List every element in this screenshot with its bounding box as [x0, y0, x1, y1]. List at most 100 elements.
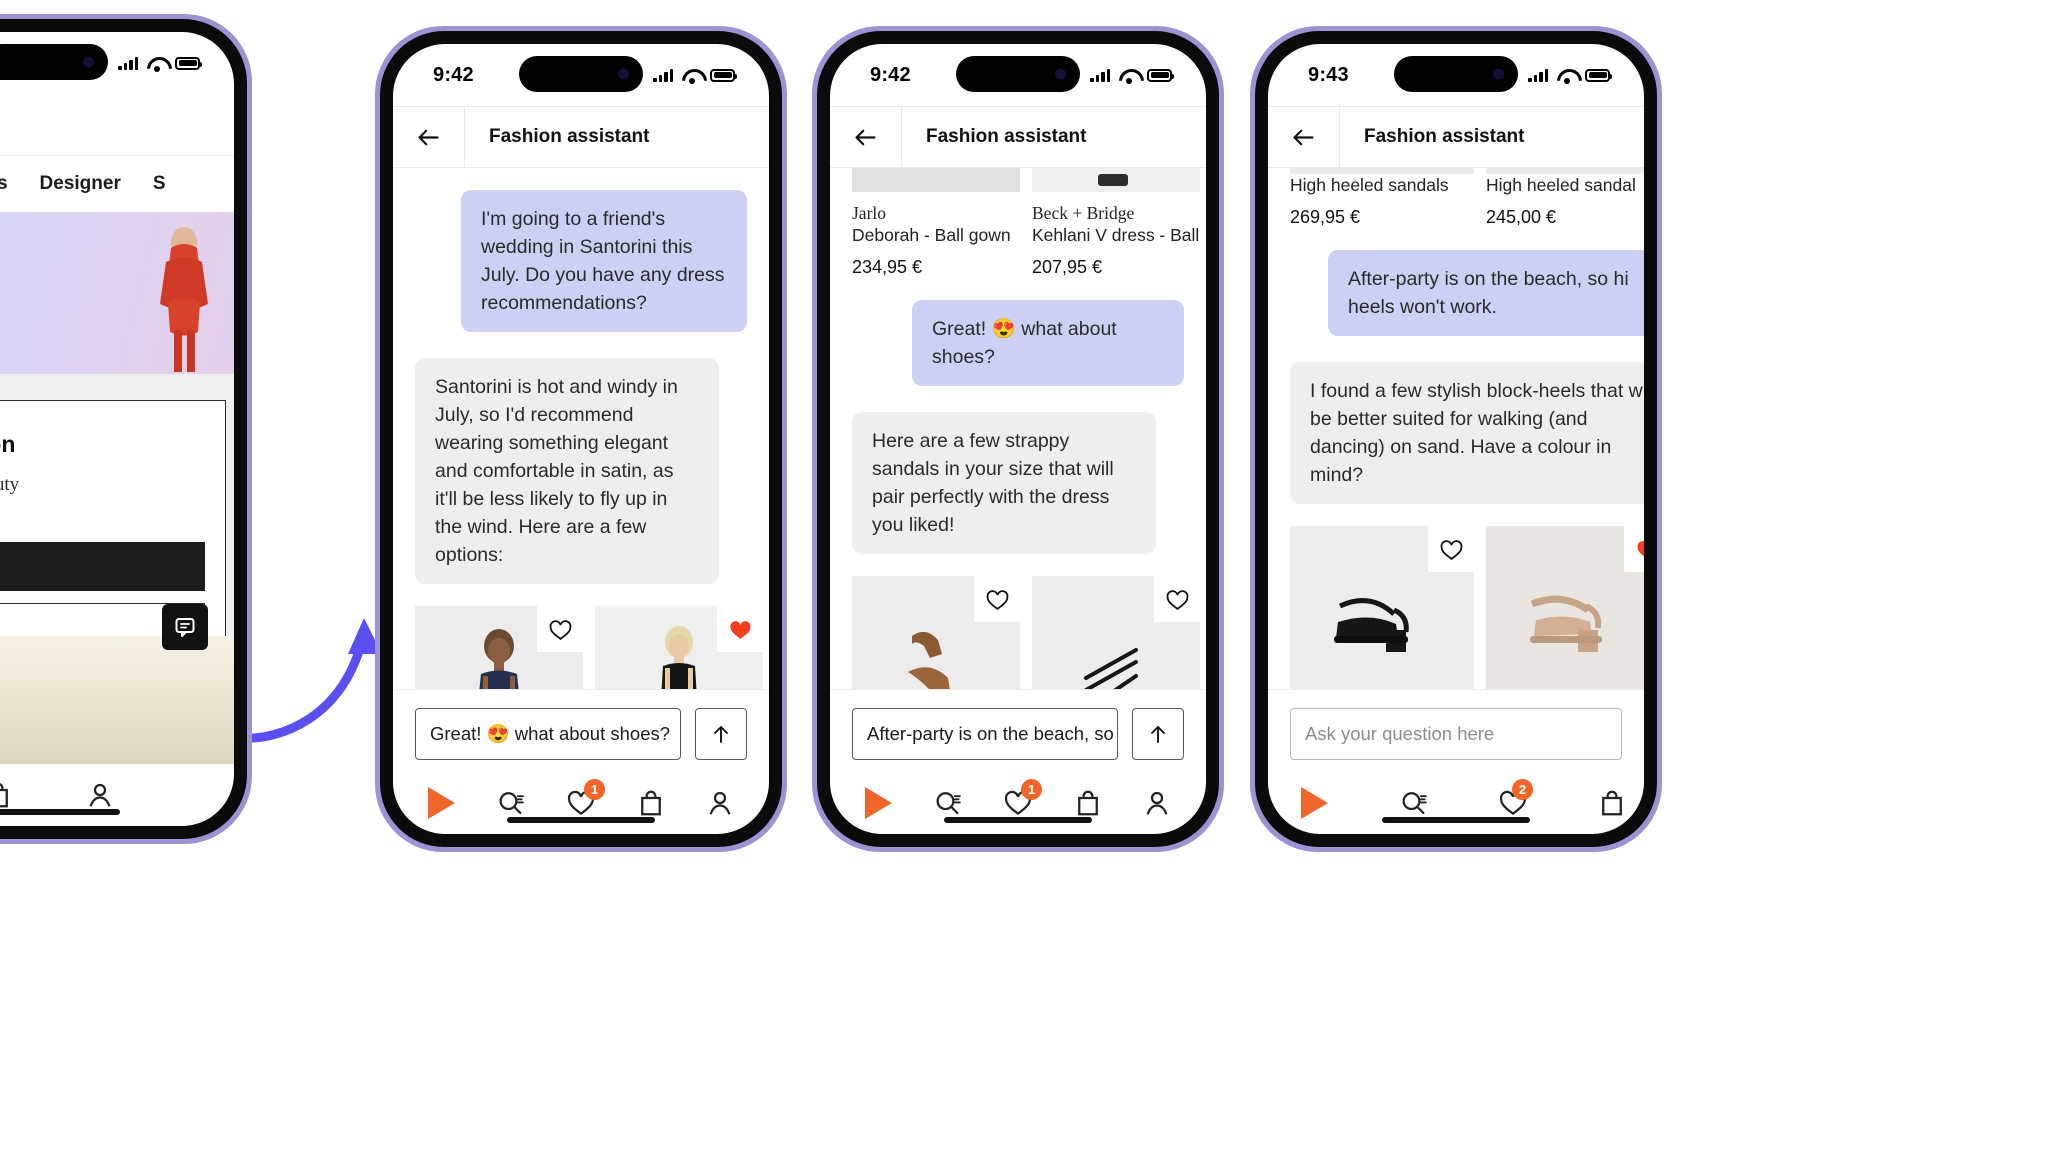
category-designer[interactable]: Designer: [40, 173, 121, 195]
favorite-button[interactable]: [1624, 526, 1644, 572]
product-card[interactable]: Billi Bi Sandals 184,95 €: [1486, 526, 1644, 689]
dynamic-island: [0, 44, 108, 80]
product-image[interactable]: [852, 168, 1020, 192]
product-image[interactable]: [1032, 576, 1200, 689]
product-price: 234,95 €: [852, 257, 923, 277]
send-button[interactable]: [1132, 708, 1184, 760]
dress-photo: [852, 168, 1020, 192]
back-button[interactable]: [393, 107, 465, 167]
chat-header: Fashion assistant: [830, 106, 1206, 168]
category-more[interactable]: S: [153, 173, 166, 195]
chat-body[interactable]: I'm going to a friend's wedding in Santo…: [393, 168, 769, 689]
product-price: 269,95 €: [1290, 207, 1361, 227]
send-button[interactable]: [695, 708, 747, 760]
dynamic-island: [519, 56, 643, 92]
product-image[interactable]: [595, 606, 763, 689]
nav-home[interactable]: [1296, 783, 1333, 823]
phone-1-home: aura Beauty Sports Designer S sistant,: [0, 14, 252, 844]
category-nav[interactable]: Beauty Sports Designer S: [0, 156, 234, 212]
heart-icon: [1166, 589, 1188, 610]
product-card[interactable]: Beck + Bridge Kehlani V dress - Ball 207…: [1032, 168, 1200, 278]
product-card[interactable]: High heeled sandal 245,00 €: [1486, 168, 1644, 228]
back-arrow-icon: [1293, 129, 1314, 145]
favorites-badge: 1: [583, 779, 605, 800]
lets-try-button[interactable]: Let's try!: [0, 542, 205, 591]
product-card[interactable]: Beck + Bridge Kehlani V dress - Ball 207…: [595, 606, 763, 689]
product-price: 245,00 €: [1486, 207, 1557, 227]
heart-icon: [986, 589, 1008, 610]
favorite-button[interactable]: [974, 576, 1020, 622]
back-button[interactable]: [830, 107, 902, 167]
bottom-nav[interactable]: 2: [1268, 772, 1644, 834]
phone-2-chat-dresses: 9:42 Fashion assistant I'm going to a fr…: [375, 26, 787, 852]
user-message: Great! 😍 what about shoes?: [912, 300, 1184, 386]
bottom-nav[interactable]: 1: [830, 772, 1206, 834]
status-bar: 9:42: [393, 44, 769, 106]
product-card[interactable]: Studio Amelia High heeled sandal 245,00 …: [1032, 576, 1200, 689]
bottom-nav[interactable]: 1: [393, 772, 769, 834]
favorite-button[interactable]: [1428, 526, 1474, 572]
product-brand: Jarlo: [852, 203, 887, 223]
favorite-button[interactable]: [1154, 576, 1200, 622]
composer[interactable]: Great! 😍 what about shoes?: [393, 689, 769, 772]
favorite-button[interactable]: [537, 606, 583, 652]
assistant-fab-button[interactable]: [162, 604, 208, 650]
product-image[interactable]: [1032, 168, 1200, 192]
nav-home[interactable]: [857, 783, 901, 823]
status-time: 9:43: [1308, 63, 1349, 86]
product-card[interactable]: High heeled sandals 269,95 €: [1290, 168, 1474, 228]
product-carousel[interactable]: Patrizia Pepe High heeled sandals 269,95…: [830, 576, 1206, 689]
front-camera-icon: [1493, 68, 1504, 80]
message-input[interactable]: Ask your question here: [1290, 708, 1622, 760]
back-arrow-icon: [418, 129, 439, 145]
favorites-badge: 2: [1512, 779, 1533, 800]
cellular-bars-icon: [653, 68, 673, 82]
product-card[interactable]: Jarlo Deborah - Ball gown 234,95 €: [852, 168, 1020, 278]
favorites-badge: 1: [1020, 779, 1042, 800]
product-card[interactable]: Jarlo Deborah - Ball gown 234,95 €: [415, 606, 583, 689]
phone-3-chat-shoes: 9:42 Fashion assistant Jarlo Deborah - B…: [812, 26, 1224, 852]
message-input-placeholder: Ask your question here: [1305, 723, 1495, 744]
nav-account[interactable]: [698, 783, 742, 823]
product-carousel[interactable]: Steve Madden Black stripe sandal 250,00 …: [1268, 526, 1644, 689]
front-camera-icon: [618, 68, 629, 80]
back-button[interactable]: [1268, 107, 1340, 167]
shoe-photo: [1486, 526, 1644, 689]
nav-home[interactable]: [420, 783, 464, 823]
product-carousel-previous[interactable]: High heeled sandals 269,95 € High heeled…: [1268, 168, 1644, 228]
user-message: I'm going to a friend's wedding in Santo…: [461, 190, 747, 332]
product-card[interactable]: Patrizia Pepe High heeled sandals 269,95…: [852, 576, 1020, 689]
hero-banner[interactable]: sistant,: [0, 212, 234, 374]
search-icon: [936, 792, 962, 815]
nav-account[interactable]: [1135, 783, 1179, 823]
favorite-button[interactable]: [717, 606, 763, 652]
message-input[interactable]: After-party is on the beach, so hig: [852, 708, 1118, 760]
product-image[interactable]: [1290, 526, 1474, 689]
bottom-nav[interactable]: [0, 764, 234, 826]
product-image[interactable]: [852, 576, 1020, 689]
chat-title: Fashion assistant: [1364, 126, 1525, 147]
product-name: High heeled sandal: [1486, 175, 1636, 195]
product-image[interactable]: [415, 606, 583, 689]
send-arrow-up-icon: [714, 726, 728, 743]
composer[interactable]: Ask your question here: [1268, 689, 1644, 772]
logo-play-icon: [865, 787, 893, 819]
product-image[interactable]: [1486, 526, 1644, 689]
composer[interactable]: After-party is on the beach, so hig: [830, 689, 1206, 772]
product-carousel-previous[interactable]: Jarlo Deborah - Ball gown 234,95 € Beck …: [830, 168, 1206, 278]
chat-body[interactable]: High heeled sandals 269,95 € High heeled…: [1268, 168, 1644, 689]
promo-area: -powered fashion estions, fashion or bea…: [0, 374, 234, 764]
dynamic-island: [956, 56, 1080, 92]
message-input-value: After-party is on the beach, so hig: [867, 723, 1118, 744]
product-image[interactable]: [1486, 168, 1644, 174]
product-image[interactable]: [1290, 168, 1474, 174]
chat-header: Fashion assistant: [393, 106, 769, 168]
product-card[interactable]: Steve Madden Black stripe sandal 250,00 …: [1290, 526, 1474, 689]
wifi-icon: [682, 68, 701, 84]
nav-bag[interactable]: [1593, 783, 1630, 823]
battery-icon: [710, 68, 737, 82]
chat-body[interactable]: Jarlo Deborah - Ball gown 234,95 € Beck …: [830, 168, 1206, 689]
message-input[interactable]: Great! 😍 what about shoes?: [415, 708, 681, 760]
product-carousel[interactable]: Jarlo Deborah - Ball gown 234,95 €: [393, 606, 769, 689]
category-sports[interactable]: Sports: [0, 173, 8, 195]
